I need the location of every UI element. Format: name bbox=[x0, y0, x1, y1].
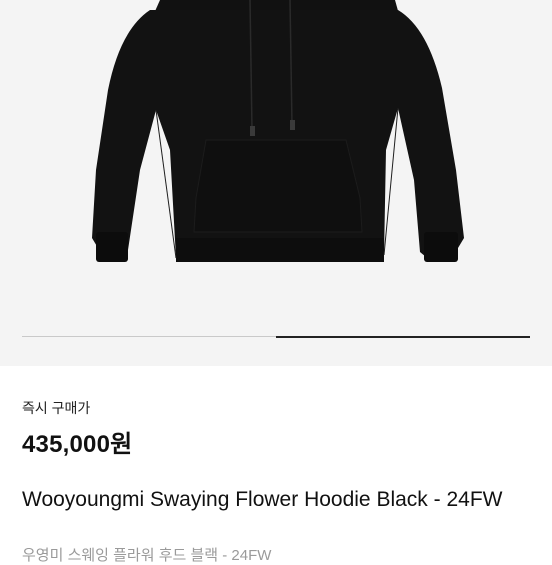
product-image-carousel[interactable] bbox=[0, 0, 552, 366]
carousel-indicator bbox=[22, 335, 530, 338]
instant-buy-price-label: 즉시 구매가 bbox=[22, 400, 91, 416]
instant-buy-price: 435,000원 bbox=[22, 431, 133, 458]
product-image bbox=[92, 0, 464, 262]
product-title: Wooyoungmi Swaying Flower Hoodie Black -… bbox=[22, 488, 503, 511]
product-subtitle-korean: 우영미 스웨잉 플라워 후드 블랙 - 24FW bbox=[22, 547, 272, 564]
carousel-indicator-active bbox=[276, 335, 530, 338]
